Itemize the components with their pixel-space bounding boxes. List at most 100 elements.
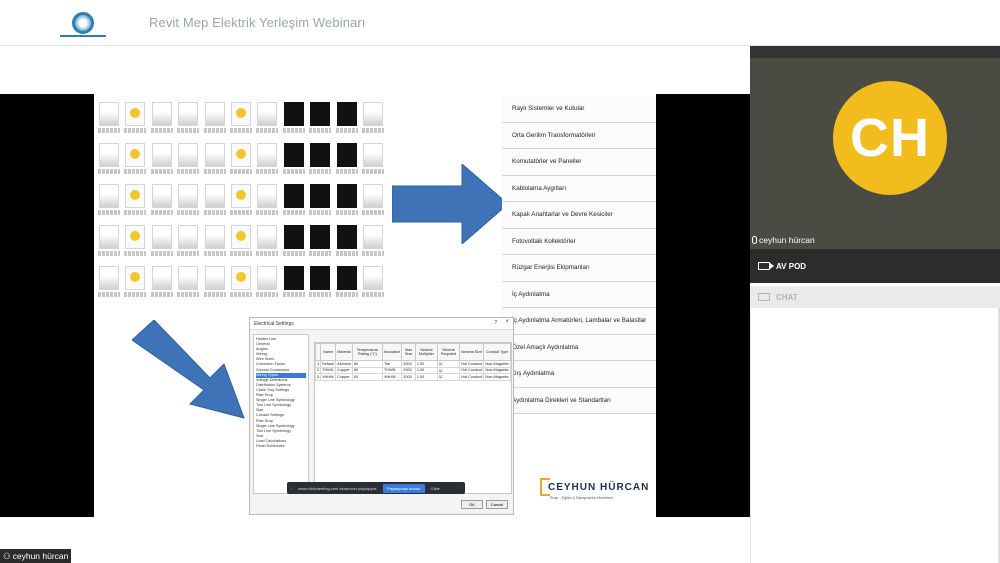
family-preview-image xyxy=(283,102,304,126)
category-item: Özel Amaçlı Aydınlatma xyxy=(502,334,656,361)
shared-screen-area: Raylı Sistemler ve Kutular Orta Gerilim … xyxy=(0,94,750,517)
family-thumbnail xyxy=(255,143,280,183)
family-thumbnail xyxy=(228,225,253,265)
family-preview-image xyxy=(204,102,225,126)
family-caption xyxy=(150,251,173,256)
category-item: Kablolama Aygıtları xyxy=(502,175,656,202)
family-caption xyxy=(97,128,120,133)
family-thumbnail xyxy=(228,184,253,224)
table-header-cell: Insulation xyxy=(382,343,403,361)
family-thumbnail xyxy=(175,225,200,265)
video-participant-name: ceyhun hürcan xyxy=(752,235,815,245)
help-icon[interactable]: ? xyxy=(494,320,497,326)
family-preview-image xyxy=(178,143,199,167)
family-preview-image xyxy=(178,266,199,290)
family-caption xyxy=(150,128,173,133)
family-preview-image xyxy=(178,225,199,249)
tree-item[interactable]: Panel Schedules xyxy=(256,444,306,449)
family-thumbnail-grid xyxy=(96,102,386,307)
family-preview-image xyxy=(178,102,199,126)
family-thumbnail xyxy=(361,266,386,306)
family-thumbnail xyxy=(361,102,386,142)
logo-underline xyxy=(60,35,106,37)
table-cell: ☑ xyxy=(436,373,461,381)
family-caption xyxy=(124,251,147,256)
family-caption xyxy=(177,292,200,297)
family-thumbnail xyxy=(255,102,280,142)
table-header-cell: Neutral Size xyxy=(459,343,485,361)
family-thumbnail xyxy=(202,184,227,224)
family-preview-image xyxy=(310,184,331,208)
family-preview-image xyxy=(257,184,278,208)
settings-tree[interactable]: Hidden Line General Angles Wiring Wire Sizes… xyxy=(253,334,309,494)
family-thumbnail xyxy=(281,102,306,142)
family-caption xyxy=(309,210,332,215)
family-thumbnail xyxy=(202,266,227,306)
family-thumbnail xyxy=(228,266,253,306)
family-thumbnail xyxy=(334,184,359,224)
participant-name: ceyhun hürcan xyxy=(759,235,815,245)
category-item: İç Aydınlatma Armatürleri, Lambalar ve B… xyxy=(502,308,656,335)
family-thumbnail xyxy=(281,184,306,224)
family-preview-image xyxy=(336,143,357,167)
chat-panel[interactable] xyxy=(750,308,1000,563)
family-caption xyxy=(362,210,385,215)
ok-button[interactable]: OK xyxy=(461,500,483,509)
table-header-cell: Material xyxy=(335,343,353,361)
family-preview-image xyxy=(230,266,251,290)
family-preview-image xyxy=(310,102,331,126)
family-thumbnail xyxy=(228,102,253,142)
family-thumbnail xyxy=(281,143,306,183)
family-preview-image xyxy=(363,102,384,126)
family-thumbnail xyxy=(255,184,280,224)
family-thumbnail xyxy=(122,184,147,224)
table-body: 1 Default Aluminu 60 Tial 2000 1.00 ☑ Hot Conduc… xyxy=(314,360,511,381)
close-icon[interactable]: × xyxy=(505,319,509,325)
dialog-title: Electrical Settings xyxy=(254,321,294,327)
family-preview-image xyxy=(125,266,146,290)
family-caption xyxy=(124,169,147,174)
family-thumbnail xyxy=(361,143,386,183)
family-thumbnail xyxy=(149,102,174,142)
family-caption xyxy=(97,292,120,297)
family-caption xyxy=(229,251,252,256)
family-preview-image xyxy=(310,225,331,249)
family-thumbnail xyxy=(149,143,174,183)
family-preview-image xyxy=(230,225,251,249)
table-row[interactable]: 3 XHHW Copper 60 XHHW 2000 1.00 ☑ Hot Conduct Non… xyxy=(314,373,511,381)
webinar-window: Revit Mep Elektrik Yerleşim Webinarı Ray… xyxy=(0,0,1000,563)
family-preview-image xyxy=(98,184,119,208)
family-preview-image xyxy=(204,225,225,249)
family-thumbnail xyxy=(202,102,227,142)
table-cell: 60 xyxy=(351,373,384,381)
avatar: CH xyxy=(833,81,947,195)
organization-logo xyxy=(52,8,114,38)
family-preview-image xyxy=(125,225,146,249)
table-header-cell: Neutral Multiplier xyxy=(414,343,438,361)
family-preview-image xyxy=(283,225,304,249)
family-thumbnail xyxy=(308,143,333,183)
family-preview-image xyxy=(336,184,357,208)
cancel-button[interactable]: Cancel xyxy=(486,500,508,509)
chat-label: CHAT xyxy=(776,292,798,302)
family-thumbnail xyxy=(281,225,306,265)
av-pod-header[interactable]: AV POD xyxy=(750,249,1000,283)
family-caption xyxy=(177,210,200,215)
av-pod-label: AV POD xyxy=(776,261,807,271)
hide-button[interactable]: Gizle xyxy=(431,486,440,491)
family-preview-image xyxy=(151,225,172,249)
family-preview-image xyxy=(230,184,251,208)
chat-header[interactable]: CHAT xyxy=(750,286,1000,308)
brand-name: CEYHUN HÜRCAN xyxy=(548,482,650,493)
family-thumbnail xyxy=(175,143,200,183)
category-item: Aydınlatma Direkleri ve Standartları xyxy=(502,387,656,414)
family-caption xyxy=(203,128,226,133)
category-list: Raylı Sistemler ve Kutular Orta Gerilim … xyxy=(502,96,656,414)
family-thumbnail xyxy=(228,143,253,183)
family-caption xyxy=(177,251,200,256)
category-item: İç Aydınlatma xyxy=(502,281,656,308)
family-thumbnail xyxy=(149,266,174,306)
table-cell: Non-Magnetic xyxy=(483,373,511,381)
category-item: Orta Gerilim Transformatörleri xyxy=(502,122,656,149)
stop-sharing-button[interactable]: Paylaşmayı durdur xyxy=(383,483,425,493)
